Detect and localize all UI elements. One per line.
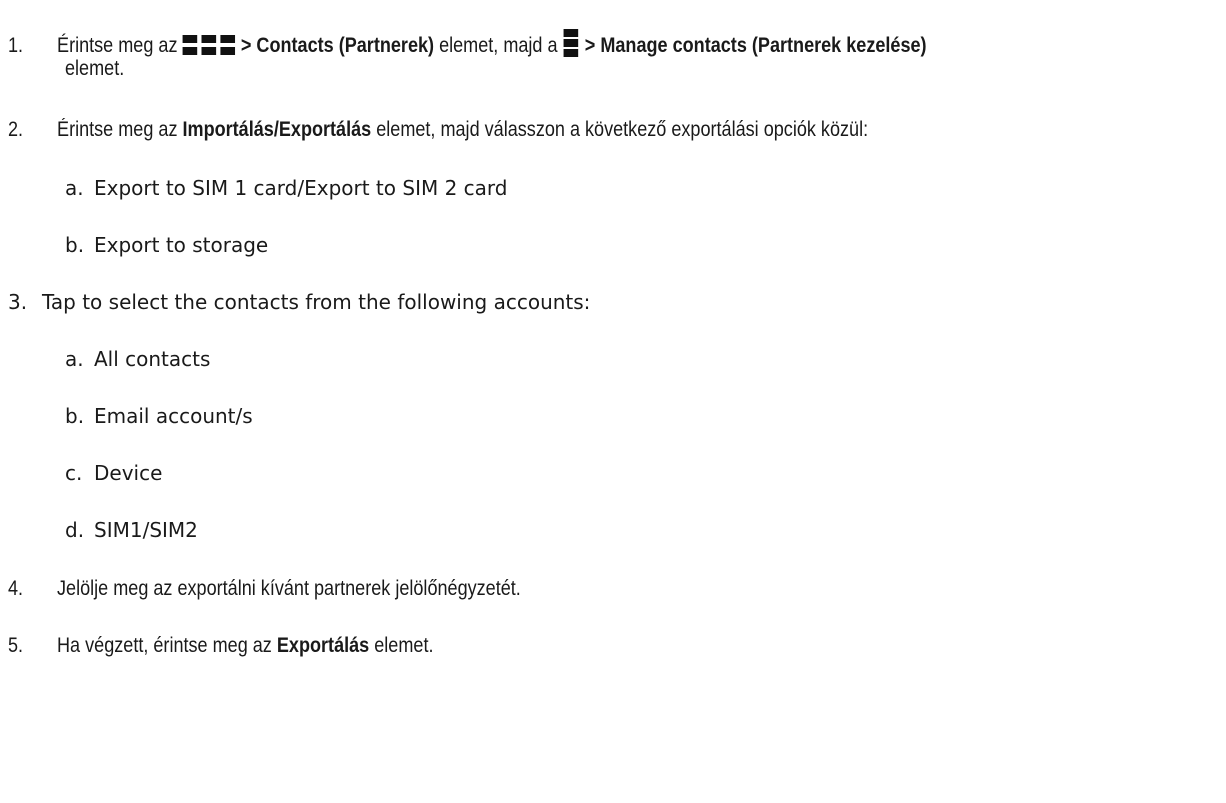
step-3: 3. Tap to select the contacts from the fo… bbox=[8, 290, 591, 314]
nav-contacts-label: > Contacts (Partnerek) bbox=[240, 34, 435, 57]
overflow-menu-icon bbox=[563, 29, 580, 57]
step-number: 5. bbox=[8, 634, 24, 657]
export-label: Exportálás bbox=[276, 634, 370, 657]
sub-item: a. All contacts bbox=[65, 347, 211, 371]
sub-item: a. Export to SIM 1 card/Export to SIM 2 c… bbox=[65, 176, 508, 200]
step-number: 2. bbox=[8, 118, 24, 141]
apps-grid-icon bbox=[182, 35, 235, 55]
sub-item: b. Export to storage bbox=[65, 233, 269, 257]
sub-item: d. SIM1/SIM2 bbox=[65, 518, 198, 542]
step-4: 4. Jelölje meg az exportálni kívánt partn… bbox=[8, 577, 521, 600]
step-number: 3. bbox=[8, 290, 28, 314]
step-2: 2. Érintse meg az Importálás/Exportálás e… bbox=[8, 118, 869, 141]
nav-manage-contacts-label: > Manage contacts (Partnerek kezelése) bbox=[584, 34, 927, 57]
import-export-label: Importálás/Exportálás bbox=[182, 118, 372, 141]
step-5: 5. Ha végzett, érintse meg az Exportálás … bbox=[8, 634, 434, 657]
step-number: 4. bbox=[8, 577, 24, 600]
step-1-continuation: elemet. bbox=[65, 57, 125, 80]
sub-item: b. Email account/s bbox=[65, 404, 253, 428]
step-number: 1. bbox=[8, 34, 24, 57]
sub-item: c. Device bbox=[65, 461, 163, 485]
step-1: 1. Érintse meg az > Contacts (Partnerek) … bbox=[8, 29, 927, 58]
